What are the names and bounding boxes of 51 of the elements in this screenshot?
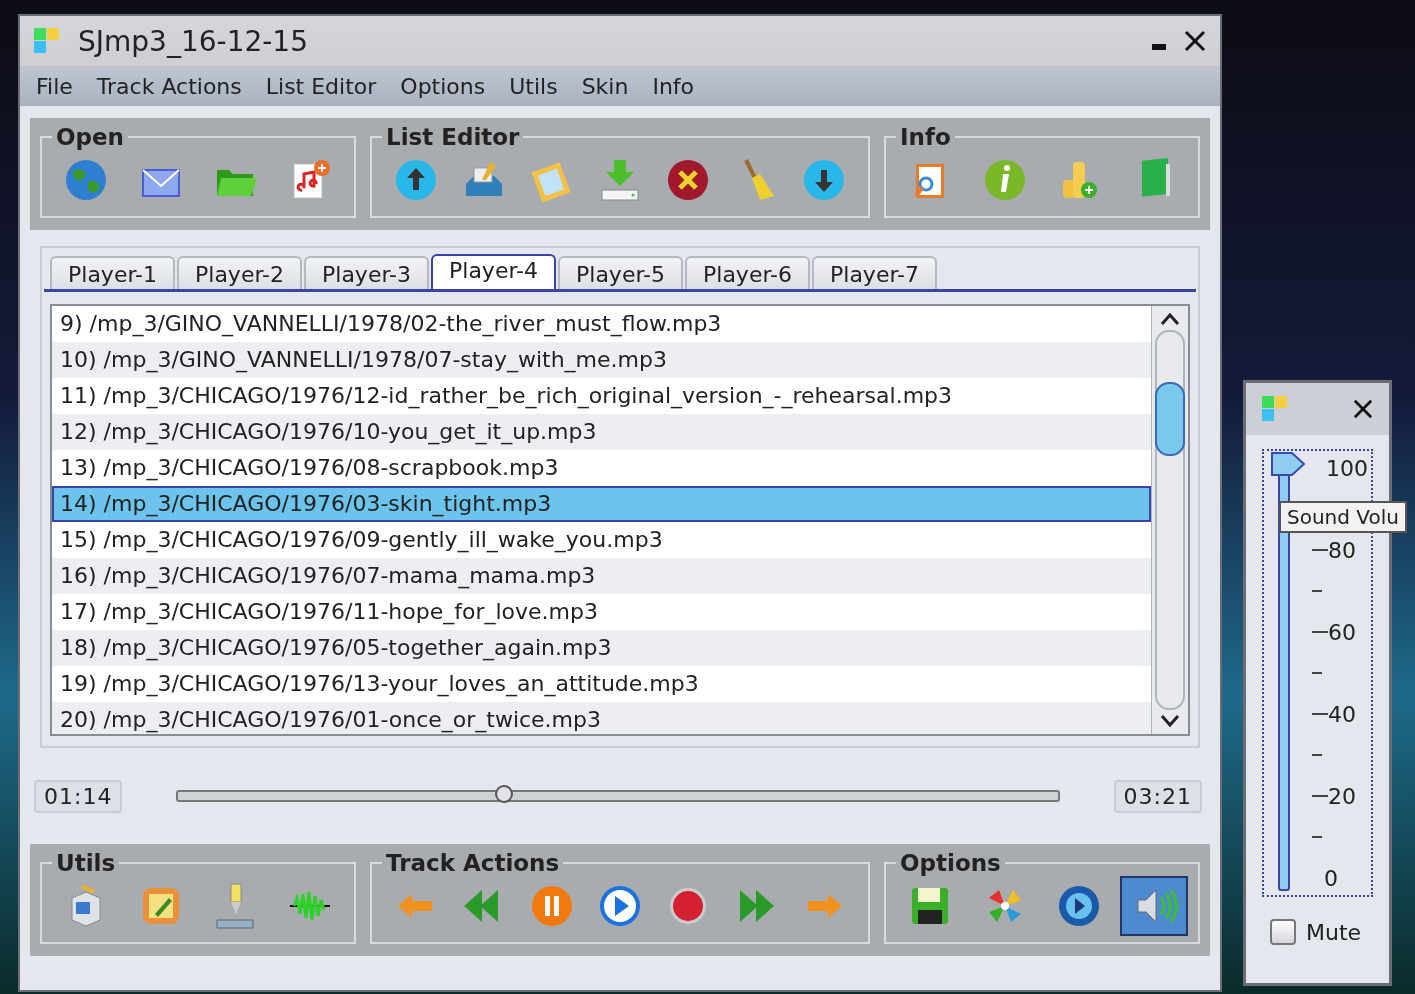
menu-item[interactable]: Utils [509,73,558,99]
playlist-row[interactable]: 14) /mp_3/CHICAGO/1976/03-skin_tight.mp3 [52,486,1151,522]
playlist-row[interactable]: 18) /mp_3/CHICAGO/1976/05-together_again.mp3 [52,630,1151,666]
menu-item[interactable]: List Editor [265,73,377,99]
tick-label: 0 [1324,865,1338,891]
elapsed-time: 01:14 [34,779,123,813]
mute-label: Mute [1306,919,1362,945]
app-icon [1262,396,1288,422]
slider-thumb[interactable] [1270,451,1306,477]
tick-label: 40 [1328,701,1356,727]
minimize-icon[interactable] [1152,43,1166,51]
menu-item[interactable]: Track Actions [96,73,242,99]
toolbar-button[interactable] [1119,876,1188,936]
player-tab[interactable]: Player-3 [304,256,429,289]
tooltip: Sound Volu [1279,501,1407,533]
checkbox[interactable] [1270,919,1296,945]
group-title: Open [55,124,125,150]
player-tab[interactable]: Player-6 [685,256,810,289]
group-title: List Editor [385,124,521,150]
playlist-row[interactable]: 16) /mp_3/CHICAGO/1976/07-mama_mama.mp3 [52,558,1151,594]
total-time: 03:21 [1113,779,1202,813]
player-tab[interactable]: Player-7 [812,256,937,289]
group-title: Utils [55,850,117,876]
group-title: Options [899,850,1002,876]
scroll-down-icon[interactable] [1160,714,1180,728]
player-tab[interactable]: Player-2 [177,256,302,289]
close-icon[interactable] [1353,399,1373,419]
tick-label: 80 [1328,537,1356,563]
slider-thumb[interactable] [494,785,513,803]
player-tab[interactable]: Player-1 [50,256,175,289]
tick-label: 20 [1328,783,1356,809]
playlist-row[interactable]: 10) /mp_3/GINO_VANNELLI/1978/07-stay_with_me.mp3 [52,342,1151,378]
app-icon [34,28,60,54]
tick-label: 100 [1326,455,1368,481]
menu-item[interactable]: Skin [581,73,629,99]
group-title: Info [899,124,952,150]
group-title: Track Actions [385,850,561,876]
player-tab[interactable]: Player-4 [431,254,556,289]
playlist-row[interactable]: 12) /mp_3/CHICAGO/1976/10-you_get_it_up.mp3 [52,414,1151,450]
scrollbar-thumb[interactable] [1155,382,1185,456]
playlist-row[interactable]: 20) /mp_3/CHICAGO/1976/01-once_or_twice.mp3 [52,702,1151,734]
mute-checkbox[interactable]: Mute [1270,919,1389,945]
menu-item[interactable]: Options [400,73,486,99]
player-tab[interactable]: Player-5 [558,256,683,289]
scrollbar[interactable] [1151,306,1188,734]
window-title: SJmp3_16-12-15 [78,24,308,58]
menu-item[interactable]: File [36,73,73,99]
close-icon[interactable] [1184,30,1206,52]
menu-item[interactable]: Info [652,73,695,99]
tick-label: 60 [1328,619,1356,645]
scroll-up-icon[interactable] [1160,312,1180,326]
